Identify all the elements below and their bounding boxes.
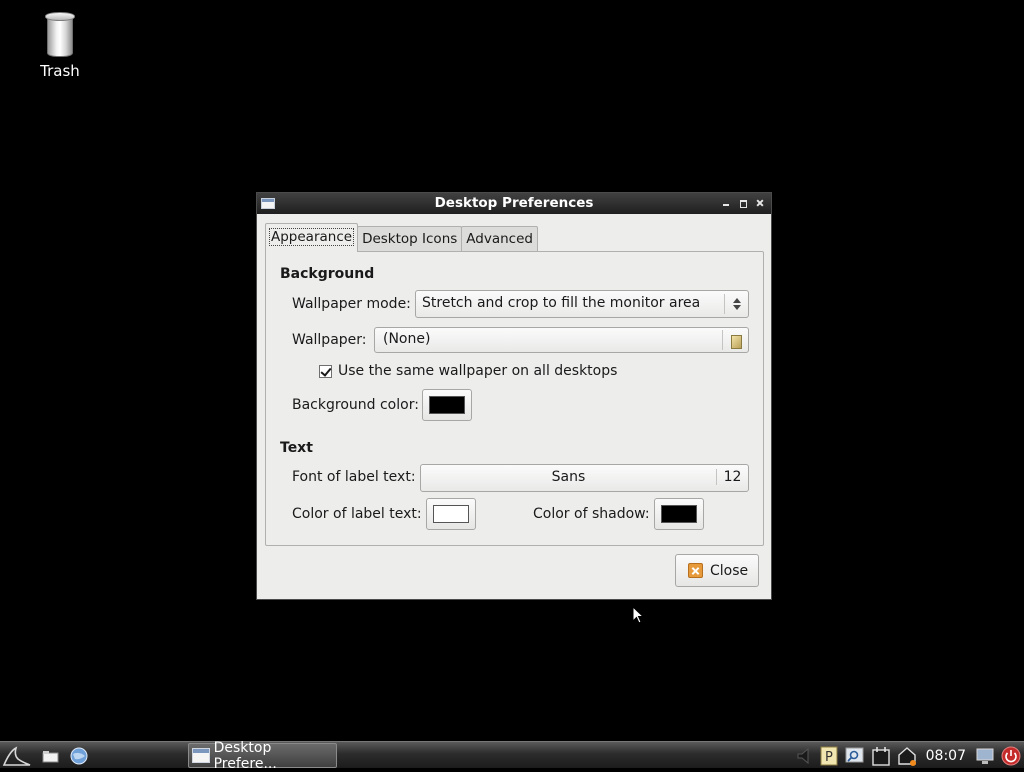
tab-advanced[interactable]: Advanced [461, 226, 538, 252]
search-icon[interactable] [844, 745, 866, 767]
file-icon [722, 330, 748, 350]
tab-appearance-label: Appearance [268, 228, 355, 246]
window-icon [192, 748, 210, 763]
browser-icon[interactable] [68, 745, 90, 767]
background-heading: Background [280, 266, 375, 282]
clock[interactable]: 08:07 [926, 748, 966, 764]
calendar-icon[interactable] [870, 745, 892, 767]
wallpaper-value: (None) [383, 331, 431, 347]
shadow-color-swatch [661, 505, 697, 523]
file-manager-icon[interactable] [40, 745, 62, 767]
desktop-icon-trash[interactable]: Trash [26, 10, 94, 80]
power-icon[interactable] [1000, 745, 1022, 767]
taskbar-item-desktop-preferences[interactable]: Desktop Prefere... [188, 740, 337, 772]
close-button-label: Close [710, 562, 749, 579]
tab-desktop-icons-label: Desktop Icons [362, 231, 458, 247]
shadow-color-label: Color of shadow: [533, 506, 650, 522]
wallpaper-label: Wallpaper: [292, 332, 367, 348]
screen-icon[interactable] [974, 745, 996, 767]
tab-advanced-label: Advanced [466, 231, 533, 247]
tab-appearance[interactable]: Appearance [265, 223, 359, 252]
background-color-button[interactable] [422, 389, 472, 421]
font-size: 12 [716, 469, 748, 485]
minimize-button[interactable] [719, 196, 733, 210]
volume-icon[interactable] [792, 745, 814, 767]
font-label: Font of label text: [292, 469, 416, 485]
label-color-label: Color of label text: [292, 506, 422, 522]
background-color-label: Background color: [292, 397, 419, 413]
title-bar[interactable]: Desktop Preferences [257, 193, 771, 214]
shadow-color-button[interactable] [654, 498, 704, 530]
window-title: Desktop Preferences [434, 195, 594, 211]
appearance-panel: Background Wallpaper mode: Stretch and c… [265, 251, 764, 546]
combo-arrows-icon [724, 294, 748, 314]
network-icon[interactable] [896, 745, 918, 767]
maximize-button[interactable] [736, 196, 750, 210]
tab-desktop-icons[interactable]: Desktop Icons [357, 226, 463, 252]
close-button[interactable]: Close [675, 554, 759, 587]
text-heading: Text [280, 440, 313, 456]
label-color-button[interactable] [426, 498, 476, 530]
svg-text:P: P [825, 750, 833, 765]
start-menu-icon[interactable] [2, 745, 31, 767]
desktop-icon-label: Trash [40, 62, 80, 80]
same-wallpaper-label[interactable]: Use the same wallpaper on all desktops [338, 363, 617, 379]
close-window-button[interactable] [753, 196, 767, 210]
taskbar-item-label: Desktop Prefere... [213, 739, 277, 772]
taskbar: Desktop Prefere... P 08:07 [0, 740, 1024, 772]
pidgin-icon[interactable]: P [818, 745, 840, 767]
wallpaper-file-chooser[interactable]: (None) [374, 327, 749, 353]
background-color-swatch [429, 396, 465, 414]
trash-icon [45, 12, 75, 58]
wallpaper-mode-select[interactable]: Stretch and crop to fill the monitor are… [415, 290, 749, 318]
tab-bar: Appearance Desktop Icons Advanced [265, 223, 538, 252]
wallpaper-mode-value: Stretch and crop to fill the monitor are… [422, 295, 701, 311]
close-icon [688, 563, 703, 578]
wallpaper-mode-label: Wallpaper mode: [292, 296, 411, 312]
desktop-preferences-window: Desktop Preferences Appearance Desktop I… [256, 192, 772, 600]
font-button[interactable]: Sans 12 [420, 464, 749, 492]
same-wallpaper-checkbox[interactable] [319, 365, 332, 378]
font-name: Sans [551, 469, 586, 485]
label-color-swatch [433, 505, 469, 523]
